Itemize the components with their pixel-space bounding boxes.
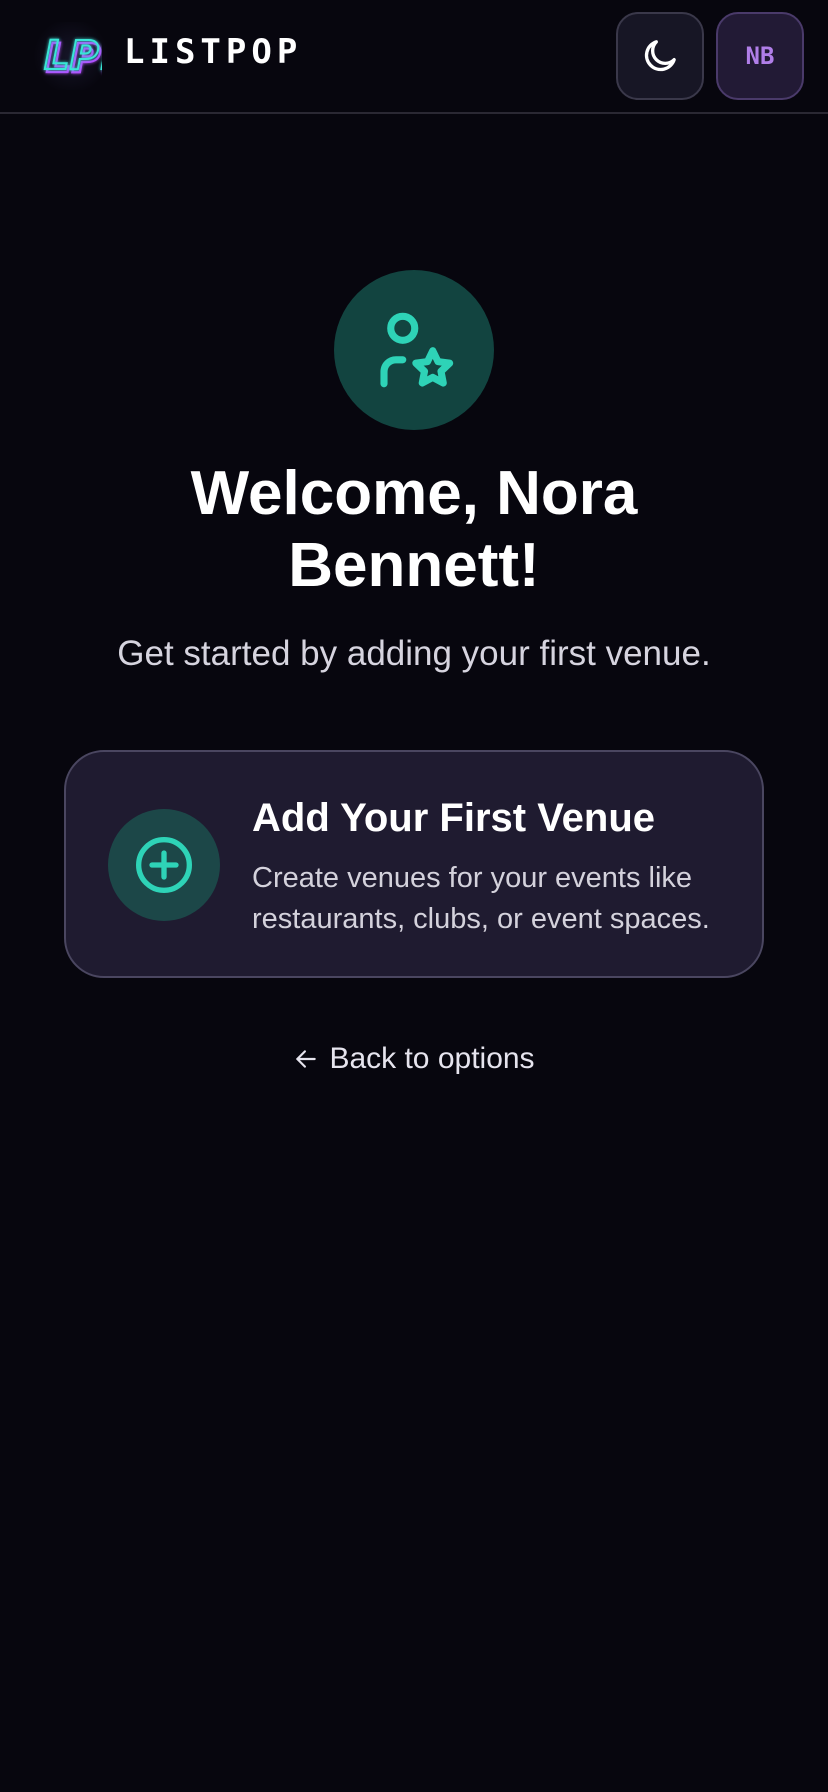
logo-icon: LP! LP! xyxy=(43,32,102,83)
theme-toggle-button[interactable] xyxy=(616,12,704,100)
back-to-options-link[interactable]: Back to options xyxy=(0,1042,828,1076)
hero-icon-circle xyxy=(334,270,494,430)
card-description: Create venues for your events like resta… xyxy=(252,862,710,935)
back-link-label: Back to options xyxy=(329,1042,535,1075)
svg-text:LP!: LP! xyxy=(44,33,102,79)
app-header: LP! LP! LISTPOP NB xyxy=(0,0,828,114)
moon-icon xyxy=(644,40,676,72)
logo[interactable]: LP! LP! xyxy=(34,22,108,90)
add-venue-icon-circle xyxy=(108,809,220,921)
arrow-left-icon xyxy=(296,1050,317,1068)
avatar-initials: NB xyxy=(745,42,775,70)
plus-circle-icon xyxy=(136,837,192,893)
brand-name: LISTPOP xyxy=(124,32,303,72)
welcome-subtitle: Get started by adding your first venue. xyxy=(117,634,711,673)
welcome-heading: Welcome, Nora Bennett! xyxy=(190,459,638,600)
add-first-venue-card[interactable]: Add Your First Venue Create venues for y… xyxy=(64,750,764,978)
user-avatar-button[interactable]: NB xyxy=(716,12,804,100)
user-star-icon xyxy=(380,312,454,388)
card-title: Add Your First Venue xyxy=(252,796,656,840)
